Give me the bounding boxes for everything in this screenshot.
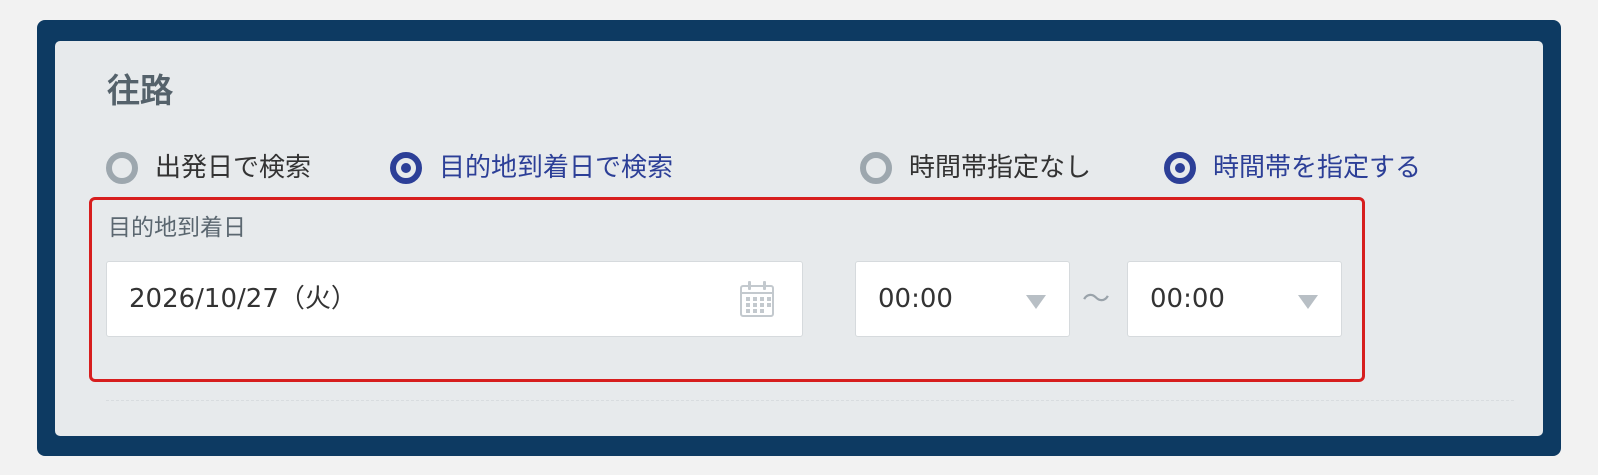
divider [106, 400, 1514, 401]
time-to-value: 00:00 [1150, 284, 1225, 314]
time-to-select[interactable]: 00:00 [1127, 261, 1342, 337]
radio-unchecked-icon [106, 152, 138, 184]
radio-label: 時間帯を指定する [1213, 153, 1422, 183]
radio-unchecked-icon [860, 152, 892, 184]
radio-label: 目的地到着日で検索 [439, 153, 674, 183]
arrival-date-value: 2026/10/27（火） [129, 284, 357, 314]
radio-search-by-departure[interactable]: 出発日で検索 [106, 148, 311, 188]
radio-label: 出発日で検索 [155, 153, 312, 183]
radio-search-by-arrival[interactable]: 目的地到着日で検索 [390, 148, 673, 188]
time-from-select[interactable]: 00:00 [855, 261, 1070, 337]
arrival-date-input[interactable]: 2026/10/27（火） [106, 261, 803, 337]
arrival-date-label: 目的地到着日 [108, 215, 246, 241]
radio-checked-icon [1164, 152, 1196, 184]
time-from-value: 00:00 [878, 284, 953, 314]
chevron-down-icon [1298, 295, 1318, 309]
radio-specify-time-range[interactable]: 時間帯を指定する [1164, 148, 1421, 188]
calendar-icon[interactable] [739, 280, 775, 318]
radio-no-time-range[interactable]: 時間帯指定なし [860, 148, 1091, 188]
radio-checked-icon [390, 152, 422, 184]
range-separator: 〜 [1082, 282, 1111, 315]
radio-label: 時間帯指定なし [909, 153, 1092, 183]
chevron-down-icon [1026, 295, 1046, 309]
section-title: 往路 [107, 71, 173, 110]
